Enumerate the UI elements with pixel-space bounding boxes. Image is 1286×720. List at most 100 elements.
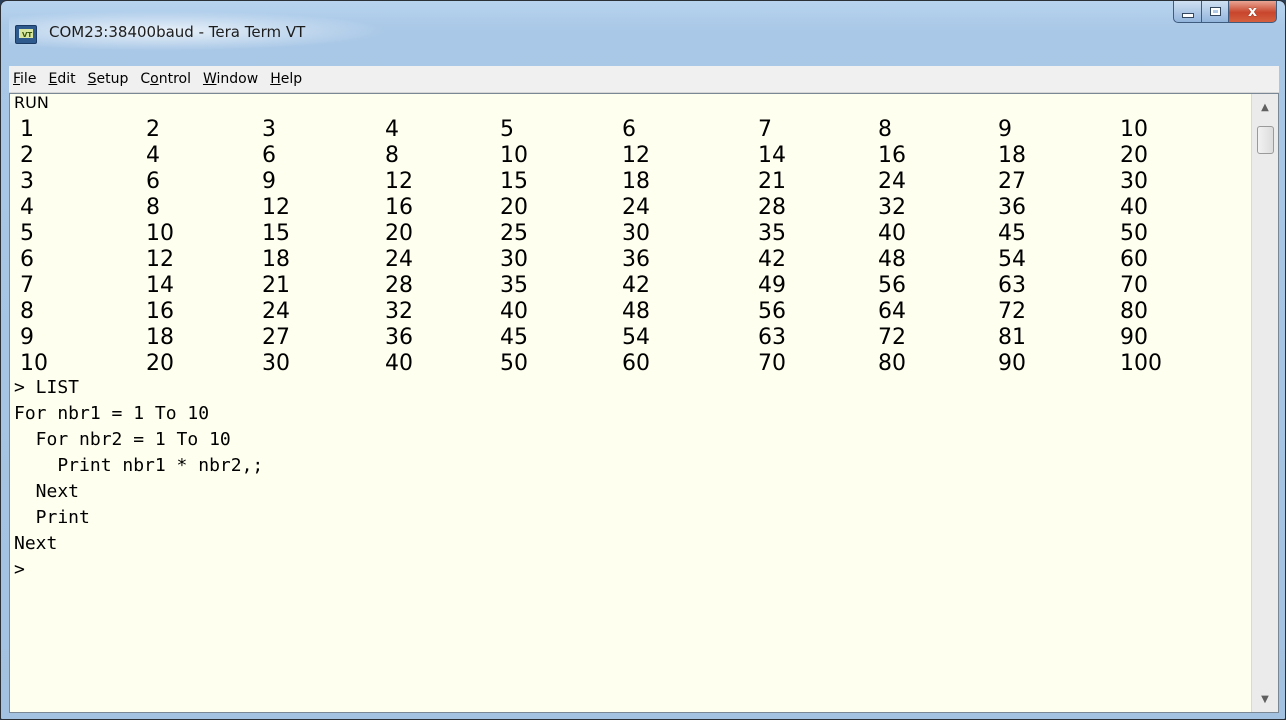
- terminal-table-cell: 30: [500, 247, 528, 272]
- vertical-scrollbar[interactable]: ▲ ▼: [1251, 94, 1278, 712]
- terminal-table-cell: 30: [262, 351, 290, 376]
- terminal-table-cell: 10: [1120, 117, 1148, 142]
- terminal-table-cell: 14: [146, 273, 174, 298]
- menu-edit[interactable]: Edit: [42, 66, 81, 92]
- title-bar[interactable]: VT COM23:38400baud - Tera Term VT x: [1, 1, 1285, 61]
- close-icon: x: [1247, 3, 1258, 20]
- terminal-table-cell: 64: [878, 299, 906, 324]
- terminal-table-cell: 25: [500, 221, 528, 246]
- menu-setup[interactable]: Setup: [82, 66, 135, 92]
- terminal-table-cell: 6: [20, 247, 34, 272]
- terminal-table-cell: 20: [146, 351, 174, 376]
- tera-term-window: VT COM23:38400baud - Tera Term VT x File…: [0, 0, 1286, 720]
- terminal-table-cell: 27: [998, 169, 1026, 194]
- terminal-table-cell: 48: [878, 247, 906, 272]
- terminal-table-cell: 7: [20, 273, 34, 298]
- terminal-table-cell: 16: [146, 299, 174, 324]
- terminal-table-row: 5 10 15 20 25 30 35 40 45 50: [10, 223, 1251, 249]
- terminal-table-row: 2 4 6 8 10 12 14 16 18 20: [10, 145, 1251, 171]
- terminal-table-cell: 100: [1120, 351, 1162, 376]
- terminal-table-cell: 4: [385, 117, 399, 142]
- terminal-table-cell: 50: [500, 351, 528, 376]
- terminal-table-cell: 36: [622, 247, 650, 272]
- terminal-table-cell: 56: [758, 299, 786, 324]
- terminal-table-cell: 80: [878, 351, 906, 376]
- terminal-table-cell: 35: [500, 273, 528, 298]
- terminal-table-row: 6 12 18 24 30 36 42 48 54 60: [10, 249, 1251, 275]
- terminal-table-cell: 3: [20, 169, 34, 194]
- terminal-listing-line: Print: [14, 507, 90, 528]
- terminal-table-cell: 24: [385, 247, 413, 272]
- terminal-table-cell: 18: [262, 247, 290, 272]
- menu-bar: File Edit Setup Control Window Help: [9, 66, 1279, 93]
- terminal-table-cell: 9: [998, 117, 1012, 142]
- terminal-table-cell: 2: [20, 143, 34, 168]
- terminal-table-cell: 6: [146, 169, 160, 194]
- terminal-table-cell: 40: [385, 351, 413, 376]
- terminal-table-cell: 28: [758, 195, 786, 220]
- terminal-table-cell: 8: [385, 143, 399, 168]
- terminal-table-cell: 4: [146, 143, 160, 168]
- terminal-table-row: 7 14 21 28 35 42 49 56 63 70: [10, 275, 1251, 301]
- terminal-table-cell: 60: [622, 351, 650, 376]
- terminal-table-cell: 24: [878, 169, 906, 194]
- menu-file[interactable]: File: [9, 66, 42, 92]
- terminal-table-cell: 9: [262, 169, 276, 194]
- terminal-table-cell: 24: [622, 195, 650, 220]
- terminal-table-cell: 12: [146, 247, 174, 272]
- terminal-listing-line: For nbr1 = 1 To 10: [14, 403, 210, 424]
- terminal-table-cell: 8: [878, 117, 892, 142]
- terminal-table-cell: 15: [500, 169, 528, 194]
- terminal-table-cell: 7: [758, 117, 772, 142]
- terminal-table-cell: 81: [998, 325, 1026, 350]
- scrollbar-thumb[interactable]: [1257, 126, 1274, 154]
- terminal-table-cell: 18: [998, 143, 1026, 168]
- terminal-table-cell: 45: [998, 221, 1026, 246]
- terminal-table-cell: 42: [758, 247, 786, 272]
- terminal-screen[interactable]: RUN 1 2 3 4 5 6 7 8 9 10 2 4 6 8 10 12 14 16 18 20 3 6 9 12 15 18…: [10, 94, 1251, 712]
- terminal-table-cell: 20: [500, 195, 528, 220]
- terminal-table-cell: 30: [622, 221, 650, 246]
- terminal-table-cell: 2: [146, 117, 160, 142]
- terminal-table-cell: 36: [385, 325, 413, 350]
- tera-term-app-icon[interactable]: VT: [15, 25, 37, 44]
- terminal-table-cell: 45: [500, 325, 528, 350]
- terminal-table-cell: 90: [1120, 325, 1148, 350]
- terminal-table-cell: 12: [385, 169, 413, 194]
- terminal-line-run: RUN: [14, 94, 49, 112]
- terminal-table-cell: 90: [998, 351, 1026, 376]
- terminal-table-cell: 21: [758, 169, 786, 194]
- window-title: COM23:38400baud - Tera Term VT: [49, 23, 306, 41]
- terminal-table-cell: 56: [878, 273, 906, 298]
- menu-help[interactable]: Help: [264, 66, 308, 92]
- terminal-table-cell: 40: [1120, 195, 1148, 220]
- scroll-up-button[interactable]: ▲: [1252, 97, 1278, 117]
- terminal-listing-line: > LIST: [14, 377, 80, 398]
- caption-buttons: x: [1173, 1, 1277, 23]
- maximize-button[interactable]: [1202, 1, 1229, 23]
- terminal-table-cell: 5: [20, 221, 34, 246]
- terminal-table-cell: 32: [385, 299, 413, 324]
- terminal-table-row: 4 8 12 16 20 24 28 32 36 40: [10, 197, 1251, 223]
- terminal-table-cell: 40: [878, 221, 906, 246]
- terminal-table-cell: 54: [622, 325, 650, 350]
- arrow-down-icon: ▼: [1261, 693, 1269, 705]
- close-button[interactable]: x: [1229, 1, 1277, 23]
- terminal-table-cell: 18: [622, 169, 650, 194]
- terminal-table-cell: 49: [758, 273, 786, 298]
- menu-control[interactable]: Control: [134, 66, 197, 92]
- minimize-button[interactable]: [1173, 1, 1202, 23]
- terminal-table-cell: 8: [146, 195, 160, 220]
- terminal-listing-line: For nbr2 = 1 To 10: [14, 429, 231, 450]
- terminal-table-cell: 3: [262, 117, 276, 142]
- terminal-table-cell: 28: [385, 273, 413, 298]
- scroll-down-button[interactable]: ▼: [1252, 689, 1278, 709]
- terminal-table-cell: 40: [500, 299, 528, 324]
- terminal-table-cell: 16: [385, 195, 413, 220]
- terminal-table-cell: 20: [385, 221, 413, 246]
- terminal-table-cell: 10: [20, 351, 48, 376]
- menu-window[interactable]: Window: [197, 66, 264, 92]
- terminal-table-cell: 21: [262, 273, 290, 298]
- terminal-table-cell: 60: [1120, 247, 1148, 272]
- terminal-table-row: 3 6 9 12 15 18 21 24 27 30: [10, 171, 1251, 197]
